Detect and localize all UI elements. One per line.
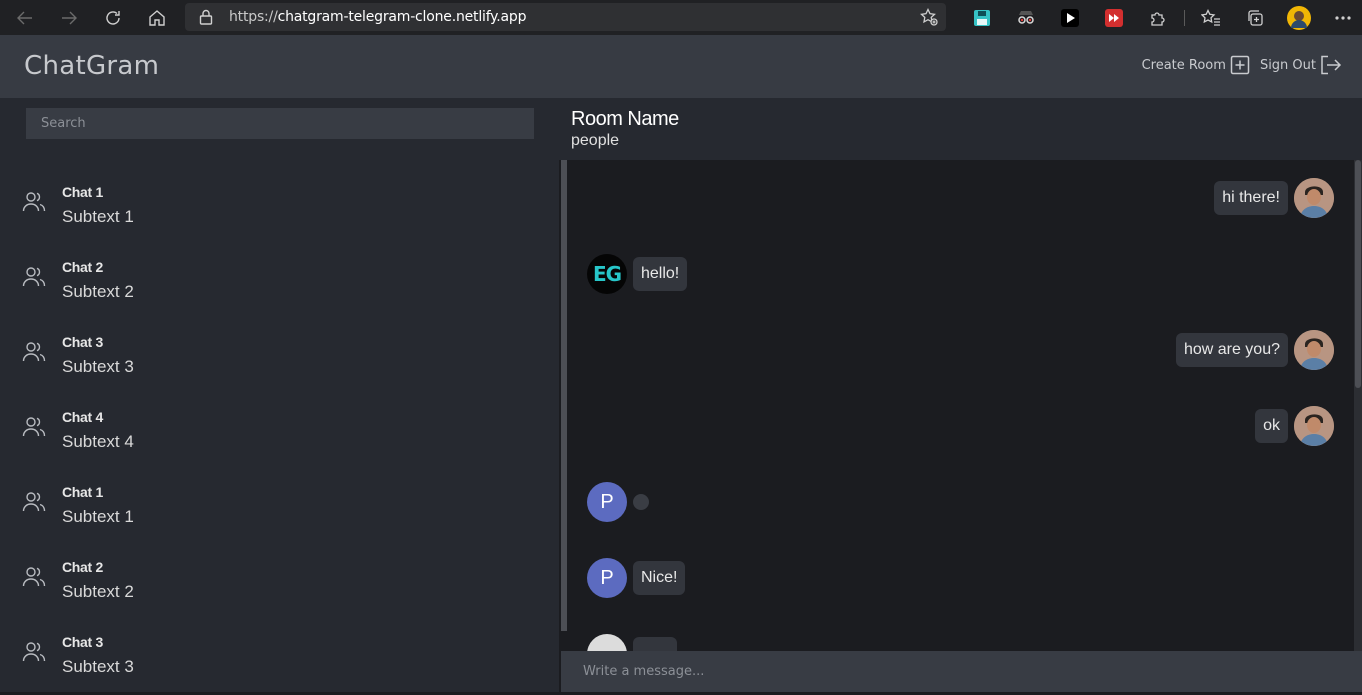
add-favorite-icon[interactable] xyxy=(920,7,938,31)
message-bubble: how are you? xyxy=(1175,333,1288,367)
room-subtitle: people xyxy=(571,132,620,149)
extensions-bar xyxy=(960,0,1362,35)
message-bubble: Nice! xyxy=(633,561,686,595)
chat-sidebar: Chat 1 Subtext 1 Chat 2 Subtext 2 Chat 3… xyxy=(0,98,559,692)
chat-name: Chat 1 xyxy=(62,484,103,500)
message-list: hi there! EG hello! how are you? ok P P … xyxy=(567,160,1354,651)
home-icon xyxy=(149,9,165,26)
reload-icon xyxy=(106,10,120,25)
message-incoming xyxy=(587,634,677,651)
message-outgoing: how are you? xyxy=(1175,330,1334,370)
chat-subtext: Subtext 2 xyxy=(62,582,134,601)
create-room-label: Create Room xyxy=(1141,57,1226,73)
scrollbar-thumb[interactable] xyxy=(1355,160,1361,388)
play-extension-icon[interactable] xyxy=(1048,0,1092,35)
arrow-left-icon xyxy=(17,11,32,24)
profile-avatar[interactable] xyxy=(1277,0,1321,35)
default-avatar[interactable] xyxy=(587,634,627,651)
chat-name: Chat 4 xyxy=(62,409,103,425)
reload-button[interactable] xyxy=(91,0,135,35)
chat-name: Chat 1 xyxy=(62,184,103,200)
empty-message-bubble xyxy=(633,494,649,510)
chat-name: Chat 2 xyxy=(62,559,103,575)
message-incoming: P Nice! xyxy=(587,558,686,598)
back-button[interactable] xyxy=(3,0,47,35)
chat-list: Chat 1 Subtext 1 Chat 2 Subtext 2 Chat 3… xyxy=(0,170,559,695)
chat-name: Chat 2 xyxy=(62,259,103,275)
message-bubble xyxy=(633,637,677,651)
url-host: chatgram-telegram-clone.netlify.app xyxy=(277,9,527,25)
eg-avatar[interactable]: EG xyxy=(587,254,627,294)
chat-subtext: Subtext 1 xyxy=(62,507,134,526)
room-header: Room Name people xyxy=(552,98,1362,160)
save-extension-icon[interactable] xyxy=(960,0,1004,35)
puzzle-extensions-icon[interactable] xyxy=(1136,0,1180,35)
messages-scrollbar[interactable] xyxy=(1354,160,1362,651)
chat-subtext: Subtext 1 xyxy=(62,207,134,226)
people-icon xyxy=(22,492,46,512)
browser-toolbar: https://chatgram-telegram-clone.netlify.… xyxy=(0,0,1362,35)
chat-subtext: Subtext 3 xyxy=(62,357,134,376)
chat-subtext: Subtext 2 xyxy=(62,282,134,301)
spy-extension-icon[interactable] xyxy=(1004,0,1048,35)
chat-list-item[interactable]: Chat 4 Subtext 4 xyxy=(0,395,559,470)
app-header: ChatGram Create Room Sign Out xyxy=(0,35,1362,98)
forward-button[interactable] xyxy=(47,0,91,35)
home-button[interactable] xyxy=(135,0,179,35)
create-room-button[interactable]: Create Room xyxy=(1142,55,1250,75)
favorites-icon[interactable] xyxy=(1189,0,1233,35)
sign-out-label: Sign Out xyxy=(1259,57,1316,73)
url-scheme: https:// xyxy=(229,9,278,25)
collections-icon[interactable] xyxy=(1233,0,1277,35)
message-incoming: P xyxy=(587,482,649,522)
message-composer xyxy=(561,651,1362,692)
sign-out-button[interactable]: Sign Out xyxy=(1260,55,1342,75)
arrow-right-icon xyxy=(62,11,77,24)
header-actions: Create Room Sign Out xyxy=(1142,55,1342,75)
chat-list-item[interactable]: Chat 2 Subtext 2 xyxy=(0,545,559,620)
message-outgoing: hi there! xyxy=(1214,178,1334,218)
search-input[interactable] xyxy=(26,108,534,139)
message-outgoing: ok xyxy=(1255,406,1334,446)
chat-list-item[interactable]: Chat 3 Subtext 3 xyxy=(0,320,559,395)
letter-avatar[interactable]: P xyxy=(587,558,627,598)
message-bubble: ok xyxy=(1255,409,1288,443)
people-icon xyxy=(22,567,46,587)
user-avatar[interactable] xyxy=(1294,178,1334,218)
user-avatar[interactable] xyxy=(1294,330,1334,370)
more-menu-icon[interactable] xyxy=(1321,0,1362,35)
chat-subtext: Subtext 3 xyxy=(62,657,134,676)
chat-name: Chat 3 xyxy=(62,634,103,650)
chat-list-item[interactable]: Chat 1 Subtext 1 xyxy=(0,170,559,245)
chat-subtext: Subtext 4 xyxy=(62,432,134,451)
toolbar-divider xyxy=(1184,9,1185,26)
message-input[interactable] xyxy=(561,651,1362,692)
people-icon xyxy=(22,267,46,287)
url-text: https://chatgram-telegram-clone.netlify.… xyxy=(229,9,526,25)
message-bubble: hello! xyxy=(633,257,688,291)
chat-list-item[interactable]: Chat 1 Subtext 1 xyxy=(0,470,559,545)
message-bubble: hi there! xyxy=(1214,181,1288,215)
app-title: ChatGram xyxy=(24,51,160,81)
people-icon xyxy=(22,342,46,362)
sign-out-icon xyxy=(1321,55,1342,75)
address-bar[interactable]: https://chatgram-telegram-clone.netlify.… xyxy=(185,3,946,31)
chat-list-item[interactable]: Chat 2 Subtext 2 xyxy=(0,245,559,320)
plus-square-icon xyxy=(1230,55,1250,75)
people-icon xyxy=(22,417,46,437)
red-play-extension-icon[interactable] xyxy=(1092,0,1136,35)
people-icon xyxy=(22,192,46,212)
chat-list-item[interactable]: Chat 3 Subtext 3 xyxy=(0,620,559,695)
people-icon xyxy=(22,642,46,662)
lock-icon xyxy=(199,8,217,26)
room-name: Room Name xyxy=(571,108,679,130)
chat-name: Chat 3 xyxy=(62,334,103,350)
letter-avatar[interactable]: P xyxy=(587,482,627,522)
message-incoming: EG hello! xyxy=(587,254,688,294)
user-avatar[interactable] xyxy=(1294,406,1334,446)
